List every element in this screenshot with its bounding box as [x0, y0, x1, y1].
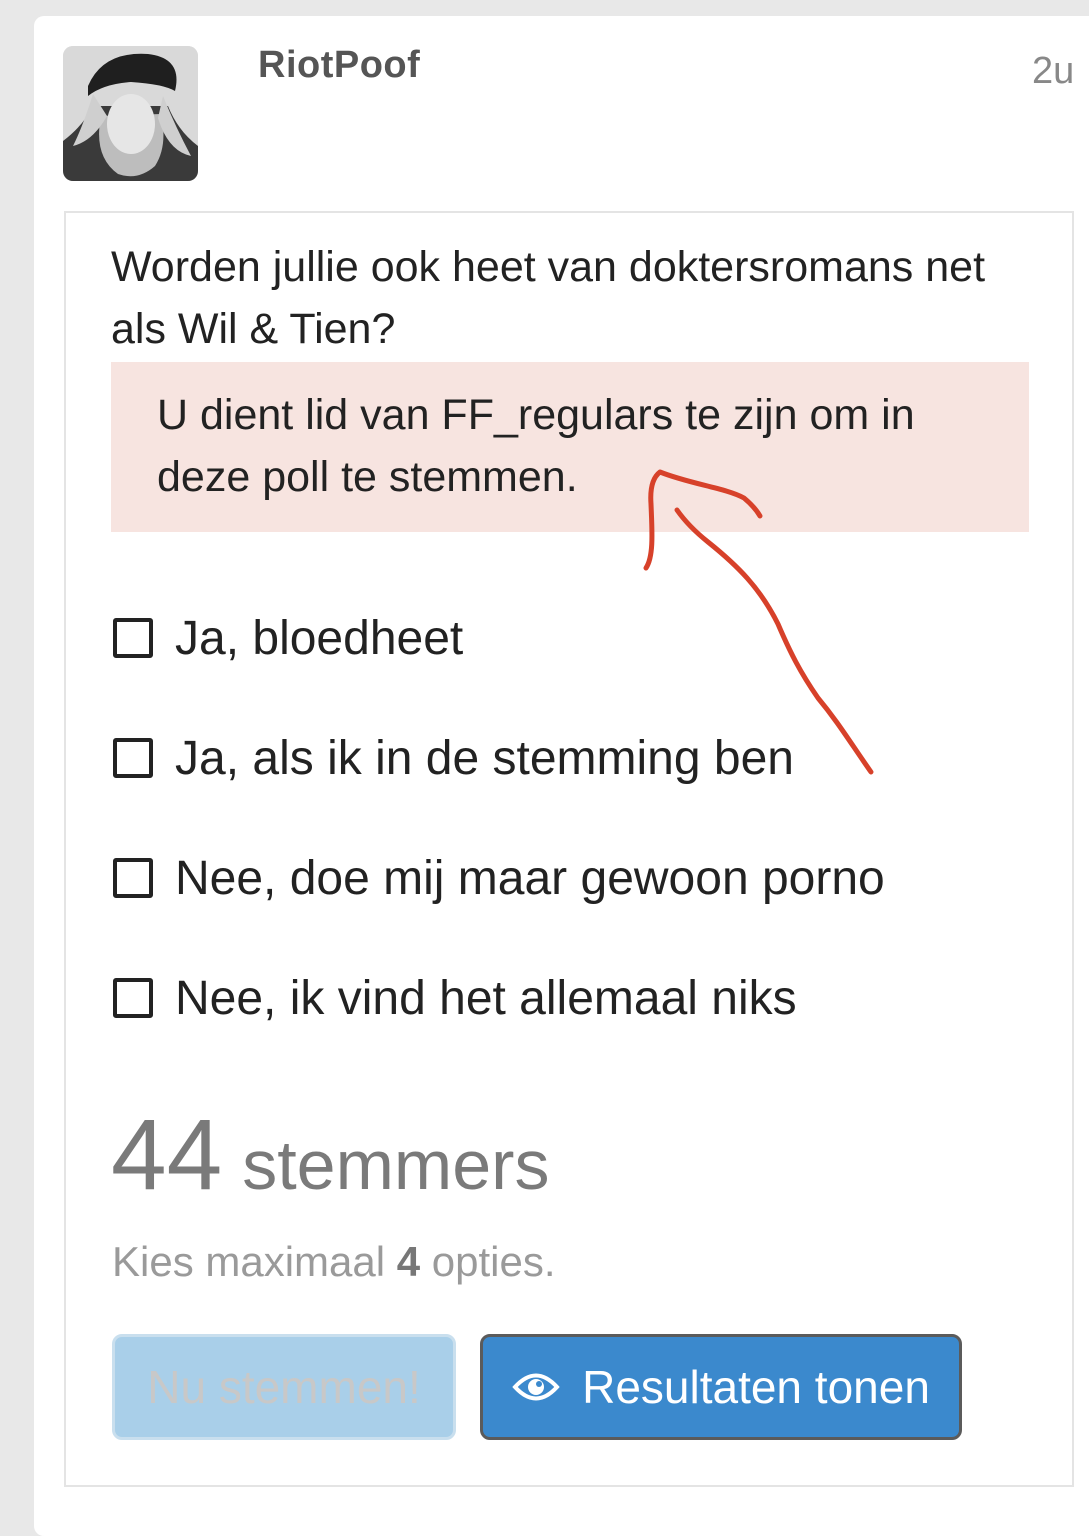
max-options-number: 4	[396, 1238, 421, 1285]
option-checkbox[interactable]	[113, 858, 153, 898]
max-options-suffix: opties.	[431, 1238, 556, 1285]
voters-number: 44	[111, 1099, 223, 1211]
show-results-label: Resultaten tonen	[582, 1361, 930, 1413]
voters-label: stemmers	[242, 1126, 550, 1204]
option-checkbox[interactable]	[113, 618, 153, 658]
max-options-hint: Kies maximaal 4 opties.	[112, 1238, 556, 1286]
show-results-button[interactable]: Resultaten tonen	[480, 1334, 962, 1440]
membership-alert: U dient lid van FF_regulars te zijn om i…	[111, 362, 1029, 532]
alert-message: U dient lid van FF_regulars te zijn om i…	[157, 391, 915, 501]
poll-question: Worden jullie ook heet van doktersromans…	[111, 243, 986, 353]
username-link[interactable]: RiotPoof	[258, 44, 420, 87]
voter-count: 44 stemmers	[111, 1098, 549, 1213]
option-label: Ja, als ik in de stemming ben	[175, 731, 794, 785]
vote-button[interactable]: Nu stemmen!	[112, 1334, 456, 1440]
avatar[interactable]	[63, 46, 198, 181]
poll-option[interactable]: Nee, doe mij maar gewoon porno	[113, 848, 885, 908]
avatar-image	[63, 46, 198, 181]
option-checkbox[interactable]	[113, 738, 153, 778]
max-options-prefix: Kies maximaal	[112, 1238, 386, 1285]
eye-icon	[512, 1373, 560, 1401]
option-checkbox[interactable]	[113, 978, 153, 1018]
poll-option[interactable]: Nee, ik vind het allemaal niks	[113, 968, 797, 1028]
poll-option[interactable]: Ja, als ik in de stemming ben	[113, 728, 794, 788]
post-timestamp: 2u	[1032, 50, 1075, 92]
poll-option[interactable]: Ja, bloedheet	[113, 608, 463, 668]
option-label: Nee, doe mij maar gewoon porno	[175, 851, 885, 905]
option-label: Ja, bloedheet	[175, 611, 464, 665]
option-label: Nee, ik vind het allemaal niks	[175, 971, 797, 1025]
